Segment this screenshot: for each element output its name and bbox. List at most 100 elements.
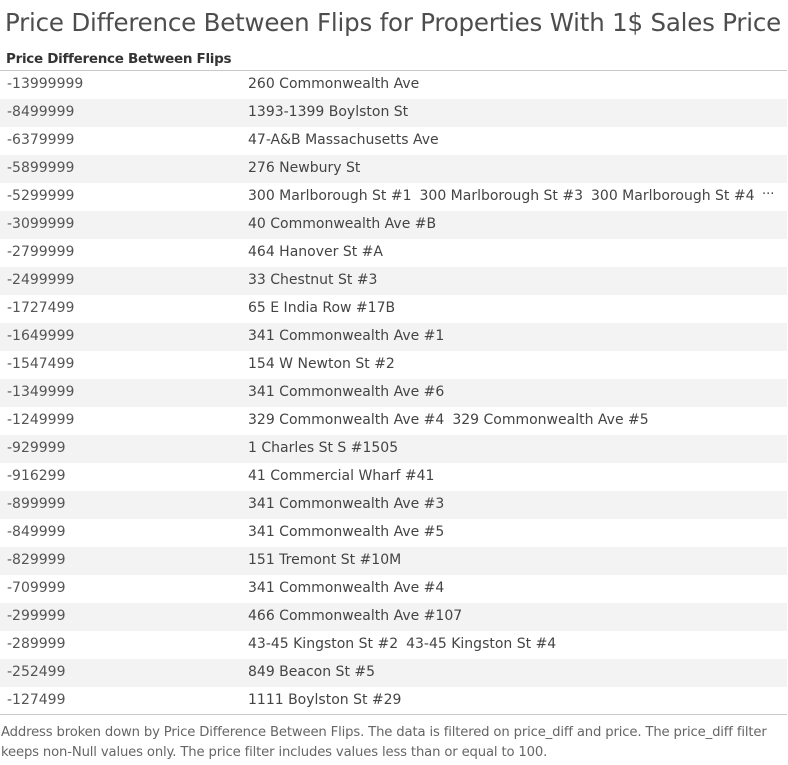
address-cell: 41 Commercial Wharf #41 (248, 468, 442, 484)
table-row[interactable]: -929999 1 Charles St S #1505 (0, 435, 787, 463)
price-difference-cell: -2799999 (7, 244, 75, 260)
price-difference-cell: -899999 (7, 496, 66, 512)
address-cell: 464 Hanover St #A (248, 244, 391, 260)
address-label: 300 Marlborough St #4 (591, 188, 755, 204)
address-label: 276 Newbury St (248, 160, 361, 176)
address-cell: 341 Commonwealth Ave #3 (248, 496, 452, 512)
ellipsis-icon[interactable]: ··· (762, 187, 774, 202)
address-cell: 65 E India Row #17B (248, 300, 403, 316)
price-difference-cell: -13999999 (7, 76, 84, 92)
price-difference-cell: -916299 (7, 468, 66, 484)
address-cell: 151 Tremont St #10M (248, 552, 409, 568)
price-difference-cell: -929999 (7, 440, 66, 456)
table-row[interactable]: -916299 41 Commercial Wharf #41 (0, 463, 787, 491)
address-label: 329 Commonwealth Ave #5 (452, 412, 649, 428)
address-label: 849 Beacon St #5 (248, 664, 376, 680)
address-cell: 341 Commonwealth Ave #1 (248, 328, 452, 344)
address-cell: 300 Marlborough St #1 300 Marlborough St … (248, 188, 763, 204)
address-cell: 1111 Boylston St #29 (248, 692, 409, 708)
price-difference-cell: -127499 (7, 692, 66, 708)
address-cell: 40 Commonwealth Ave #B (248, 216, 444, 232)
table-row[interactable]: -5299999 300 Marlborough St #1 300 Marlbor… (0, 183, 787, 211)
address-label: 341 Commonwealth Ave #6 (248, 384, 445, 400)
table-row[interactable]: -2499999 33 Chestnut St #3 (0, 267, 787, 295)
address-label: 341 Commonwealth Ave #5 (248, 524, 445, 540)
price-difference-cell: -1649999 (7, 328, 75, 344)
address-label: 466 Commonwealth Ave #107 (248, 608, 463, 624)
price-difference-cell: -5899999 (7, 160, 75, 176)
table-row[interactable]: -709999 341 Commonwealth Ave #4 (0, 575, 787, 603)
address-label: 33 Chestnut St #3 (248, 272, 378, 288)
table-row[interactable]: -127499 1111 Boylston St #29 (0, 687, 787, 715)
table-bottom-divider (0, 714, 787, 715)
address-label: 43-45 Kingston St #4 (406, 636, 557, 652)
table-body: -13999999 260 Commonwealth Ave -8499999 139… (0, 71, 787, 715)
price-difference-cell: -289999 (7, 636, 66, 652)
chart-caption: Address broken down by Price Difference … (1, 725, 767, 760)
price-difference-cell: -299999 (7, 608, 66, 624)
table-row[interactable]: -1727499 65 E India Row #17B (0, 295, 787, 323)
address-label: 329 Commonwealth Ave #4 (248, 412, 445, 428)
address-cell: 849 Beacon St #5 (248, 664, 383, 680)
price-difference-cell: -2499999 (7, 272, 75, 288)
price-difference-cell: -1249999 (7, 412, 75, 428)
address-cell: 341 Commonwealth Ave #4 (248, 580, 452, 596)
address-label: 341 Commonwealth Ave #3 (248, 496, 445, 512)
address-label: 43-45 Kingston St #2 (248, 636, 399, 652)
table-row[interactable]: -252499 849 Beacon St #5 (0, 659, 787, 687)
address-cell: 1393-1399 Boylston St (248, 104, 416, 120)
price-difference-cell: -5299999 (7, 188, 75, 204)
table-row[interactable]: -6379999 47-A&B Massachusetts Ave (0, 127, 787, 155)
address-label: 41 Commercial Wharf #41 (248, 468, 435, 484)
table-row[interactable]: -2799999 464 Hanover St #A (0, 239, 787, 267)
price-difference-cell: -1349999 (7, 384, 75, 400)
price-difference-cell: -829999 (7, 552, 66, 568)
address-label: 260 Commonwealth Ave (248, 76, 420, 92)
table-row[interactable]: -849999 341 Commonwealth Ave #5 (0, 519, 787, 547)
address-label: 1111 Boylston St #29 (248, 692, 402, 708)
price-difference-cell: -6379999 (7, 132, 75, 148)
table-row[interactable]: -1349999 341 Commonwealth Ave #6 (0, 379, 787, 407)
table-row[interactable]: -3099999 40 Commonwealth Ave #B (0, 211, 787, 239)
price-difference-cell: -252499 (7, 664, 66, 680)
table-row[interactable]: -8499999 1393-1399 Boylston St (0, 99, 787, 127)
address-label: 65 E India Row #17B (248, 300, 396, 316)
address-cell: 329 Commonwealth Ave #4 329 Commonwealth … (248, 412, 657, 428)
address-label: 47-A&B Massachusetts Ave (248, 132, 439, 148)
price-difference-cell: -8499999 (7, 104, 75, 120)
address-label: 154 W Newton St #2 (248, 356, 395, 372)
table-row[interactable]: -1249999 329 Commonwealth Ave #4 329 Commo… (0, 407, 787, 435)
table-row[interactable]: -899999 341 Commonwealth Ave #3 (0, 491, 787, 519)
address-label: 300 Marlborough St #3 (419, 188, 584, 204)
address-cell: 466 Commonwealth Ave #107 (248, 608, 470, 624)
address-label: 464 Hanover St #A (248, 244, 383, 260)
price-difference-cell: -3099999 (7, 216, 75, 232)
table-row[interactable]: -13999999 260 Commonwealth Ave (0, 71, 787, 99)
address-cell: 341 Commonwealth Ave #6 (248, 384, 452, 400)
column-header-price-difference[interactable]: Price Difference Between Flips (6, 51, 232, 67)
address-label: 341 Commonwealth Ave #4 (248, 580, 445, 596)
price-difference-cell: -709999 (7, 580, 66, 596)
table-row[interactable]: -299999 466 Commonwealth Ave #107 (0, 603, 787, 631)
address-label: 151 Tremont St #10M (248, 552, 402, 568)
price-difference-cell: -849999 (7, 524, 66, 540)
address-cell: 260 Commonwealth Ave (248, 76, 427, 92)
address-cell: 1 Charles St S #1505 (248, 440, 406, 456)
address-label: 40 Commonwealth Ave #B (248, 216, 437, 232)
address-label: 1393-1399 Boylston St (248, 104, 409, 120)
price-difference-cell: -1547499 (7, 356, 75, 372)
table-row[interactable]: -1547499 154 W Newton St #2 (0, 351, 787, 379)
table-row[interactable]: -1649999 341 Commonwealth Ave #1 (0, 323, 787, 351)
address-cell: 154 W Newton St #2 (248, 356, 403, 372)
address-label: 300 Marlborough St #1 (248, 188, 412, 204)
address-cell: 47-A&B Massachusetts Ave (248, 132, 447, 148)
table-row[interactable]: -829999 151 Tremont St #10M (0, 547, 787, 575)
address-cell: 33 Chestnut St #3 (248, 272, 385, 288)
chart-title: Price Difference Between Flips for Prope… (5, 8, 782, 37)
address-cell: 276 Newbury St (248, 160, 368, 176)
address-label: 341 Commonwealth Ave #1 (248, 328, 445, 344)
address-cell: 43-45 Kingston St #2 43-45 Kingston St #4 (248, 636, 564, 652)
table-row[interactable]: -5899999 276 Newbury St (0, 155, 787, 183)
price-difference-cell: -1727499 (7, 300, 75, 316)
table-row[interactable]: -289999 43-45 Kingston St #2 43-45 Kingsto… (0, 631, 787, 659)
